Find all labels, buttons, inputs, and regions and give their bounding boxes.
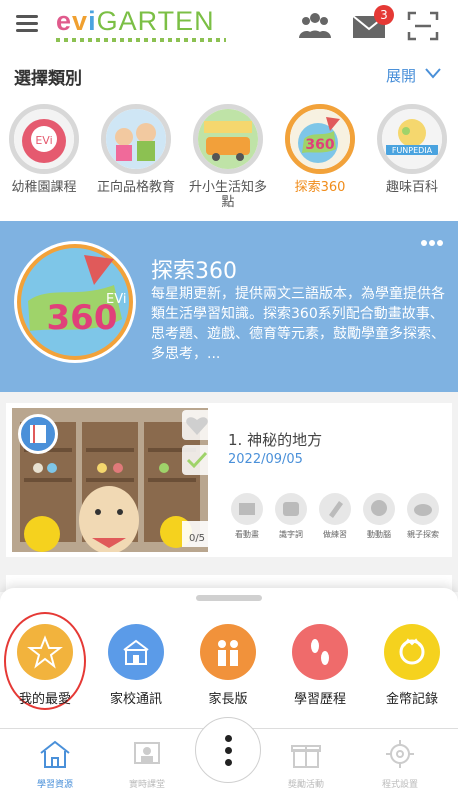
category-item-kindergarten[interactable]: EVi 幼稚園課程 — [1, 104, 87, 195]
check-icon — [182, 445, 212, 475]
menu-icon[interactable] — [16, 15, 38, 33]
svg-text:EVi: EVi — [106, 292, 126, 307]
explore360-banner: 360 EVi 探索360 每星期更新，提供兩文三語版本，為學童提供各類生活學習… — [0, 221, 458, 392]
video-icon — [231, 493, 263, 525]
lesson-list: 0/5 1. 神秘的地方 2022/09/05 看動畫 識字詞 做練習 動動腦 … — [0, 392, 458, 595]
brain-icon — [363, 493, 395, 525]
quick-action-label: 我的最愛 — [18, 692, 71, 707]
sheet-grabber[interactable] — [196, 595, 262, 601]
svg-text:360: 360 — [305, 137, 334, 153]
action-label: 動動腦 — [367, 530, 391, 539]
quick-action-favorites[interactable]: 我的最愛 — [1, 624, 89, 707]
category-item-explore360[interactable]: 360 探索360 — [277, 104, 363, 195]
quick-action-label: 金幣記錄 — [385, 692, 438, 707]
action-watch-video[interactable]: 看動畫 — [227, 493, 267, 540]
tab-label: 獎勵活動 — [287, 780, 324, 790]
category-label: 趣味百科 — [385, 180, 438, 195]
parents-icon — [200, 624, 256, 680]
category-label: 幼稚園課程 — [11, 180, 77, 195]
funpedia-icon: FUNPEDIA — [377, 104, 447, 174]
action-label: 做練習 — [323, 530, 347, 539]
abc-icon — [275, 493, 307, 525]
evigarten-logo: eviGARTEN — [56, 6, 232, 46]
category-item-first-day[interactable]: 升小生活知多點 — [185, 104, 271, 210]
cloud-upload-icon — [407, 493, 439, 525]
category-header: 選擇類別 展開 — [0, 52, 458, 96]
action-vocabulary[interactable]: 識字詞 — [271, 493, 311, 540]
mail-badge: 3 — [374, 5, 394, 25]
svg-text:EVi: EVi — [35, 134, 52, 147]
evi-kindergarten-icon: EVi — [9, 104, 79, 174]
tab-label: 程式設置 — [381, 780, 418, 790]
explore-360-logo: 360 EVi — [14, 241, 136, 363]
heart-icon[interactable] — [182, 410, 212, 440]
tab-live-class[interactable]: 實時課堂 — [107, 737, 187, 790]
lesson-thumbnail[interactable] — [12, 408, 208, 552]
lesson-date: 2022/09/05 — [228, 452, 303, 467]
expand-button[interactable]: 展開 — [386, 65, 416, 86]
action-label: 親子探索 — [407, 530, 439, 539]
quick-action-sheet: 我的最愛 家校通訊 家長版 學習歷程 金幣記錄 — [0, 588, 458, 728]
quick-action-school-notice[interactable]: 家校通訊 — [92, 624, 180, 707]
pencil-icon — [319, 493, 351, 525]
action-label: 看動畫 — [235, 530, 259, 539]
lesson-title: 1. 神秘的地方 — [228, 431, 323, 449]
category-title: 選擇類別 — [14, 69, 82, 89]
lesson-actions: 看動畫 識字詞 做練習 動動腦 親子探索 — [227, 493, 443, 549]
action-exercise[interactable]: 做練習 — [315, 493, 355, 540]
scan-icon[interactable] — [406, 10, 440, 42]
bottom-tab-bar: 學習資源 實時課堂 獎勵活動 程式設置 — [0, 717, 458, 796]
tab-learning-resources[interactable]: 學習資源 — [15, 737, 95, 790]
book-icon — [18, 414, 58, 454]
gear-icon — [386, 740, 414, 768]
action-parent-child[interactable]: 親子探索 — [403, 493, 443, 540]
more-menu-button[interactable] — [195, 717, 261, 783]
app-screen: eviGARTEN 3 選擇類別 展開 EVi 幼稚園課程 正向品格教育 升小生… — [0, 0, 458, 796]
quick-action-label: 學習歷程 — [293, 692, 346, 707]
more-options-icon[interactable] — [420, 239, 444, 247]
tab-rewards[interactable]: 獎勵活動 — [266, 737, 346, 790]
category-label: 正向品格教育 — [96, 180, 175, 195]
tab-label: 學習資源 — [36, 780, 73, 790]
footprints-icon — [292, 624, 348, 680]
tab-label: 實時課堂 — [128, 780, 165, 790]
category-label: 升小生活知多點 — [188, 180, 267, 210]
live-class-icon — [134, 742, 160, 764]
quick-action-label: 家校通訊 — [109, 692, 162, 707]
first-day-school-icon — [193, 104, 263, 174]
action-label: 識字詞 — [279, 530, 303, 539]
group-users-icon[interactable] — [298, 10, 332, 42]
banner-title: 探索360 — [151, 259, 237, 284]
category-item-character-education[interactable]: 正向品格教育 — [93, 104, 179, 195]
progress-count: 0/5 — [182, 521, 212, 547]
banner-description: 每星期更新，提供兩文三語版本，為學童提供各類生活學習知識。探索360系列配合動畫… — [151, 286, 445, 362]
top-header: eviGARTEN 3 — [0, 0, 458, 52]
character-education-icon — [101, 104, 171, 174]
gift-icon — [291, 745, 321, 768]
tab-settings[interactable]: 程式設置 — [360, 737, 440, 790]
coin-icon — [384, 624, 440, 680]
quick-action-label: 家長版 — [208, 692, 248, 707]
lesson-card[interactable]: 0/5 1. 神秘的地方 2022/09/05 看動畫 識字詞 做練習 動動腦 … — [6, 403, 452, 557]
quick-action-learning-journey[interactable]: 學習歷程 — [276, 624, 364, 707]
category-label: 探索360 — [294, 180, 346, 195]
category-list: EVi 幼稚園課程 正向品格教育 升小生活知多點 360 探索360 FUNPE… — [0, 96, 458, 220]
explore-360-icon: 360 — [285, 104, 355, 174]
star-icon — [17, 624, 73, 680]
home-icon — [40, 740, 70, 768]
quick-action-parent-version[interactable]: 家長版 — [184, 624, 272, 707]
chevron-down-icon[interactable] — [424, 66, 442, 80]
svg-text:FUNPEDIA: FUNPEDIA — [392, 146, 433, 155]
action-brain[interactable]: 動動腦 — [359, 493, 399, 540]
school-icon — [108, 624, 164, 680]
category-item-funpedia[interactable]: FUNPEDIA 趣味百科 — [369, 104, 455, 195]
quick-action-coin-record[interactable]: 金幣記錄 — [368, 624, 456, 707]
